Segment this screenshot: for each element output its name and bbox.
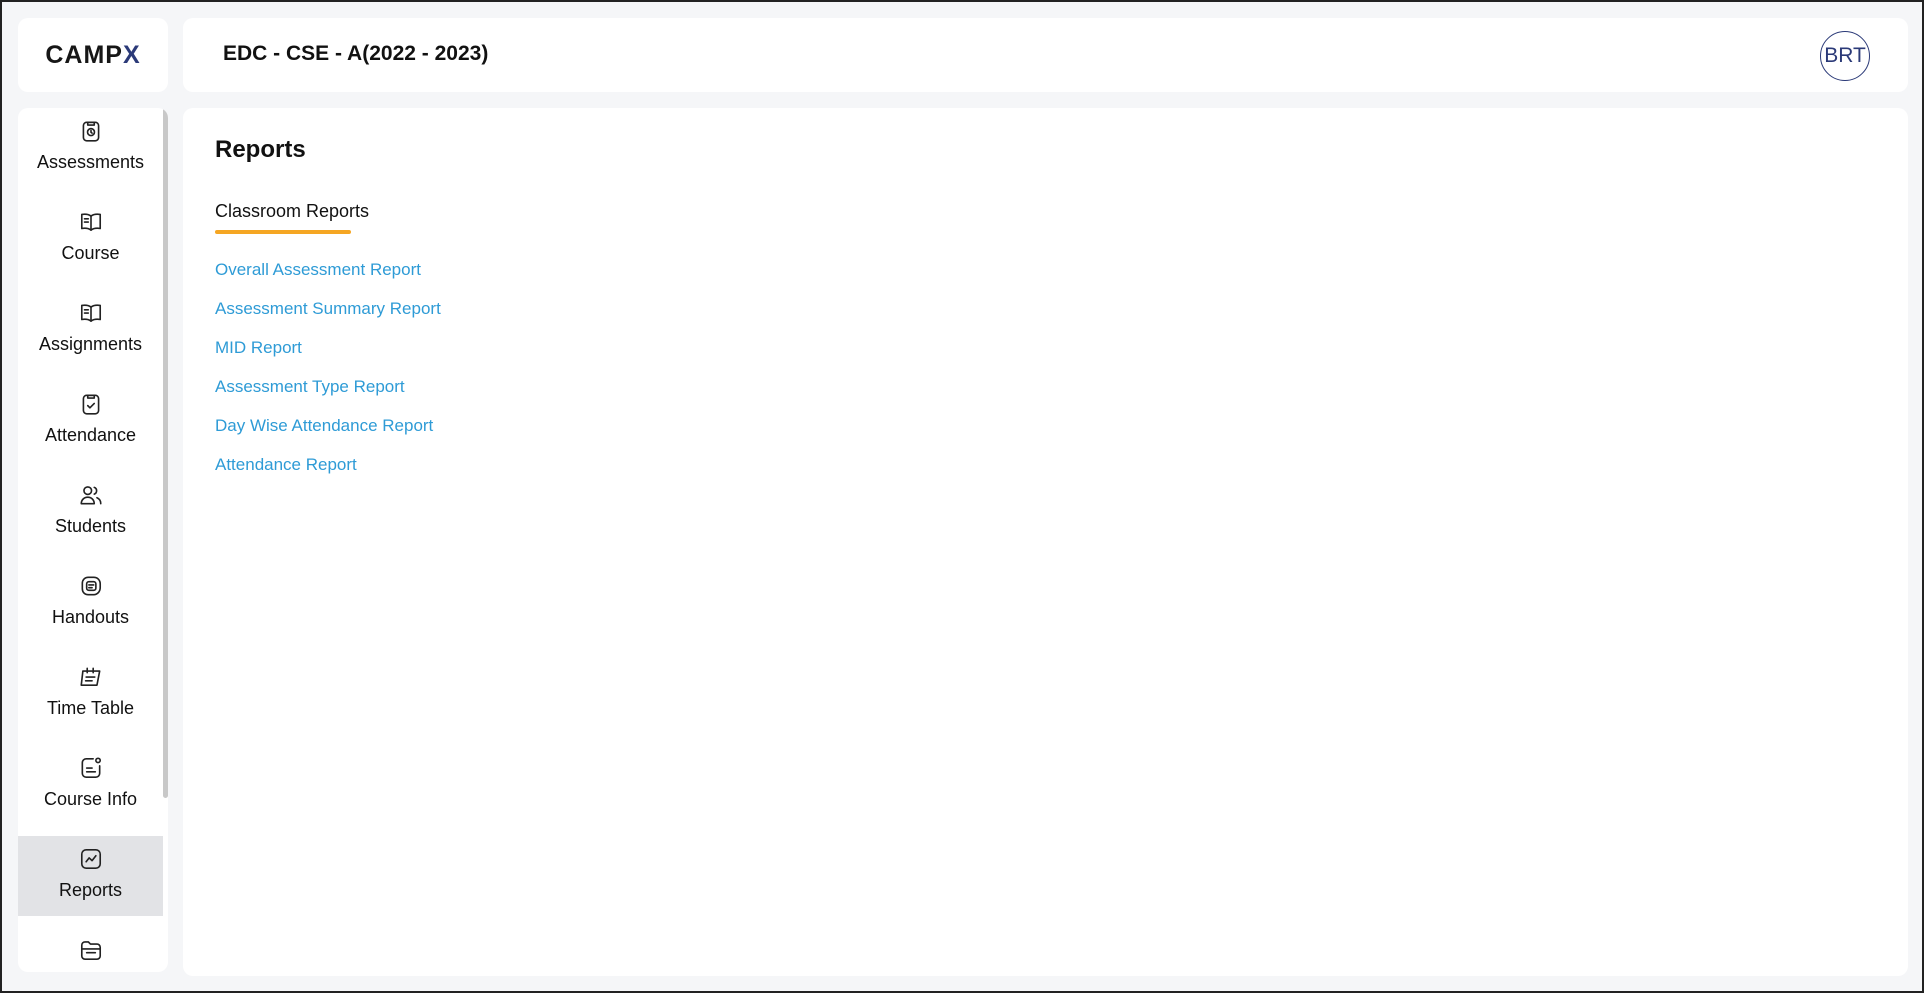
report-link-mid[interactable]: MID Report [215,328,441,367]
sidebar-item-label: Students [54,516,127,536]
sidebar-scrollbar[interactable] [163,108,168,798]
report-link-overall-assessment[interactable]: Overall Assessment Report [215,250,441,289]
chart-icon [80,848,101,870]
open-book-icon [80,213,101,231]
sidebar-item-label: Course [61,243,120,263]
clipboard-check-icon [82,394,99,415]
sidebar-item-course[interactable]: Course [18,199,163,279]
sidebar: Assessments Course Assignments Attendanc… [18,108,168,972]
users-icon [79,486,102,505]
top-header: EDC - CSE - A(2022 - 2023) BRT [183,18,1908,92]
sidebar-item-reports[interactable]: Reports [18,836,163,916]
report-link-assessment-summary[interactable]: Assessment Summary Report [215,289,441,328]
open-book-icon [80,304,101,322]
sidebar-item-more[interactable] [18,927,163,972]
sidebar-item-label: Attendance [44,425,137,445]
sidebar-item-label: Course Info [43,789,138,809]
tab-classroom-reports[interactable]: Classroom Reports [215,201,369,222]
sidebar-item-attendance[interactable]: Attendance [18,381,163,461]
avatar[interactable]: BRT [1820,31,1870,81]
sidebar-item-label: Handouts [51,607,130,627]
report-link-assessment-type[interactable]: Assessment Type Report [215,367,441,406]
sidebar-item-course-info[interactable]: Course Info [18,745,163,825]
class-title: EDC - CSE - A(2022 - 2023) [223,42,489,65]
handout-icon [81,576,101,596]
sidebar-item-label: Assessments [36,152,145,172]
folder-icon [80,941,101,961]
sidebar-item-time-table[interactable]: Time Table [18,654,163,734]
sidebar-item-label: Reports [58,880,123,900]
logo[interactable]: CAMPX [18,18,168,92]
sidebar-item-students[interactable]: Students [18,472,163,552]
calendar-icon [79,667,100,686]
report-list: Overall Assessment Report Assessment Sum… [215,250,441,484]
report-link-day-wise-attendance[interactable]: Day Wise Attendance Report [215,406,441,445]
clipboard-clock-icon [82,121,99,142]
main-content: Reports Classroom Reports Overall Assess… [183,108,1908,976]
sidebar-item-handouts[interactable]: Handouts [18,563,163,643]
report-link-attendance[interactable]: Attendance Report [215,445,441,484]
tab-active-indicator [215,230,351,234]
info-card-icon [81,757,101,779]
sidebar-item-label: Time Table [46,698,135,718]
logo-text: CAMPX [45,40,141,69]
page-title: Reports [215,136,306,163]
sidebar-item-label: Assignments [38,334,143,354]
sidebar-item-assignments[interactable]: Assignments [18,290,163,370]
sidebar-item-assessments[interactable]: Assessments [18,108,163,188]
